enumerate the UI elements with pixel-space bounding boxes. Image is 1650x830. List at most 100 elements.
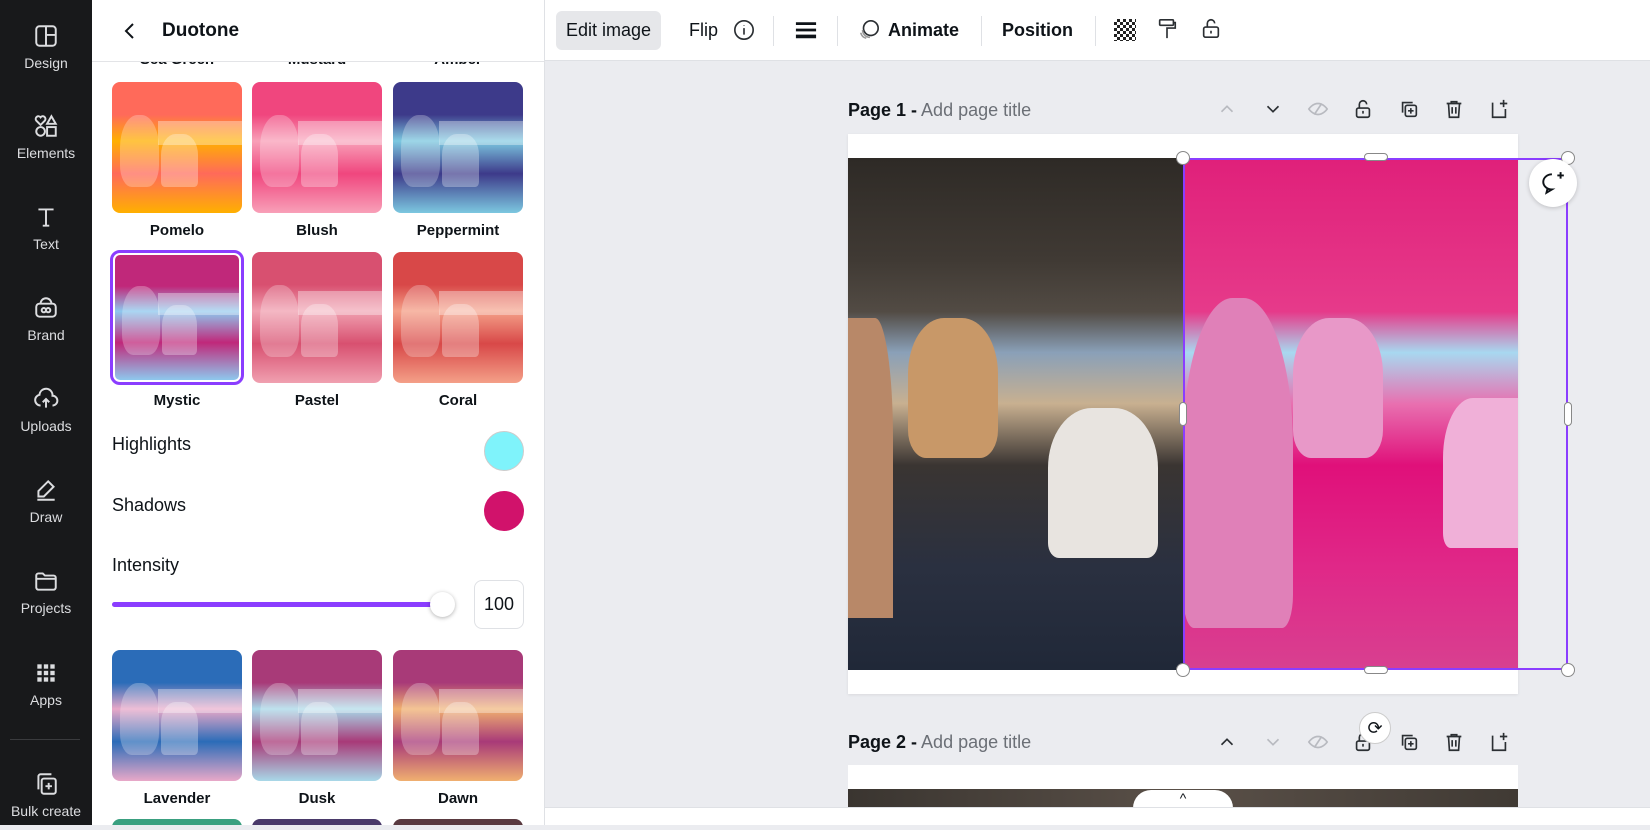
sidebar-item-elements[interactable]: Elements [0, 102, 92, 172]
highlights-label: Highlights [112, 434, 192, 454]
duplicate-page-button[interactable] [1398, 98, 1420, 120]
move-up-icon [1220, 738, 1234, 746]
rail-divider [10, 739, 80, 740]
text-icon [38, 208, 54, 227]
intensity-slider-thumb[interactable] [430, 592, 455, 617]
preset-label: Pastel [294, 392, 340, 409]
rotate-icon: ⟳ [1367, 717, 1383, 738]
panel-header: Duotone [92, 0, 544, 62]
page-2-title[interactable]: Page 2 - Add page title [848, 732, 1031, 753]
move-down-icon [1266, 105, 1280, 113]
intensity-slider[interactable] [112, 592, 455, 617]
intensity-input[interactable]: 100 [474, 580, 524, 629]
selection-box [1183, 158, 1568, 670]
preset-thumb-partial[interactable] [112, 819, 242, 825]
sidebar-item-text[interactable]: Text [0, 193, 92, 263]
sidebar-item-draw[interactable]: Draw [0, 466, 92, 536]
resize-handle[interactable] [1179, 402, 1187, 426]
info-button[interactable] [733, 19, 755, 41]
preset-thumb-blush[interactable] [252, 82, 382, 213]
move-down-icon [1266, 738, 1280, 746]
move-up-button[interactable] [1216, 731, 1238, 753]
hide-page-button[interactable] [1307, 98, 1329, 120]
add-comment-button[interactable] [1529, 159, 1577, 207]
chevron-left-icon [124, 22, 134, 39]
animate-button[interactable]: Animate [878, 11, 969, 50]
sidebar-item-uploads[interactable]: Uploads [0, 375, 92, 445]
sidebar-item-bulk-create[interactable]: Bulk create [0, 760, 92, 830]
move-down-button[interactable] [1262, 98, 1284, 120]
flip-button[interactable]: Flip [679, 11, 728, 50]
preset-thumb-pomelo[interactable] [112, 82, 242, 213]
sidebar-item-apps[interactable]: Apps [0, 649, 92, 719]
lock-button[interactable] [1200, 17, 1222, 39]
add-page-icon [1491, 99, 1508, 119]
hide-page-icon [1307, 735, 1329, 749]
move-up-button[interactable] [1216, 98, 1238, 120]
rotate-button[interactable]: ⟳ [1359, 712, 1391, 744]
preset-label: Lavender [143, 790, 211, 807]
preset-label: Peppermint [416, 222, 500, 239]
resize-handle[interactable] [1561, 663, 1575, 677]
original-photo[interactable] [848, 158, 1183, 670]
resize-handle[interactable] [1176, 663, 1190, 677]
intensity-label: Intensity [112, 555, 180, 575]
preset-thumb-partial[interactable] [393, 819, 523, 825]
position-button[interactable]: Position [992, 11, 1083, 50]
person-face [848, 318, 893, 618]
back-button[interactable] [118, 19, 142, 43]
shapes-icon [34, 114, 58, 137]
sidebar-item-design[interactable]: Design [0, 12, 92, 82]
add-page-button[interactable] [1488, 731, 1510, 753]
preset-thumb-partial[interactable] [252, 819, 382, 825]
sidebar-rail: Design Elements Text Brand Uploads Draw … [0, 0, 92, 825]
delete-page-icon [1446, 733, 1462, 752]
preset-thumb-peppermint[interactable] [393, 82, 523, 213]
hide-page-button[interactable] [1307, 731, 1329, 753]
sidebar-item-projects[interactable]: Projects [0, 557, 92, 627]
delete-page-icon [1446, 100, 1462, 119]
preset-label: Pomelo [149, 222, 205, 239]
grid-icon [37, 664, 55, 682]
sidebar-item-brand[interactable]: Brand [0, 284, 92, 354]
duplicate-page-button[interactable] [1398, 731, 1420, 753]
delete-page-button[interactable] [1443, 731, 1465, 753]
shadows-color-swatch[interactable] [484, 491, 524, 531]
folder-icon [35, 572, 57, 591]
resize-handle[interactable] [1364, 666, 1388, 674]
border-style-button[interactable] [795, 19, 817, 41]
pen-icon [37, 479, 55, 501]
lock-page-button[interactable] [1352, 98, 1374, 120]
add-page-button[interactable] [1488, 98, 1510, 120]
copy-style-button[interactable] [1156, 18, 1178, 40]
layout-icon [35, 25, 57, 47]
intensity-slider-fill [112, 602, 442, 607]
move-down-button[interactable] [1262, 731, 1284, 753]
info-icon [734, 20, 754, 40]
duplicate-page-icon [1401, 101, 1418, 118]
preset-thumb-coral[interactable] [393, 252, 523, 383]
delete-page-button[interactable] [1443, 98, 1465, 120]
move-up-icon [1220, 105, 1234, 113]
duotone-panel: Duotone Sea Green Mustard Amber PomeloBl… [92, 0, 545, 825]
unlock-icon [1202, 18, 1220, 38]
dog-figure [1048, 408, 1158, 558]
resize-handle[interactable] [1564, 402, 1572, 426]
preset-thumb-dawn[interactable] [393, 650, 523, 781]
preset-thumb-pastel[interactable] [252, 252, 382, 383]
page-1-title[interactable]: Page 1 - Add page title [848, 100, 1031, 121]
preset-thumb-lavender[interactable] [112, 650, 242, 781]
resize-handle[interactable] [1364, 153, 1388, 161]
comment-add-icon [1542, 172, 1564, 195]
duplicate-page-icon [1401, 734, 1418, 751]
preset-thumb-dusk[interactable] [252, 650, 382, 781]
preset-thumb-mystic[interactable] [110, 250, 244, 385]
brand-icon [35, 297, 57, 318]
preset-label: Coral [438, 392, 478, 409]
edit-image-button[interactable]: Edit image [556, 11, 662, 50]
highlights-color-swatch[interactable] [484, 431, 524, 471]
transparency-icon[interactable] [1114, 19, 1136, 41]
resize-handle[interactable] [1176, 151, 1190, 165]
add-page-icon [1491, 732, 1508, 752]
upload-cloud-icon [34, 387, 59, 408]
